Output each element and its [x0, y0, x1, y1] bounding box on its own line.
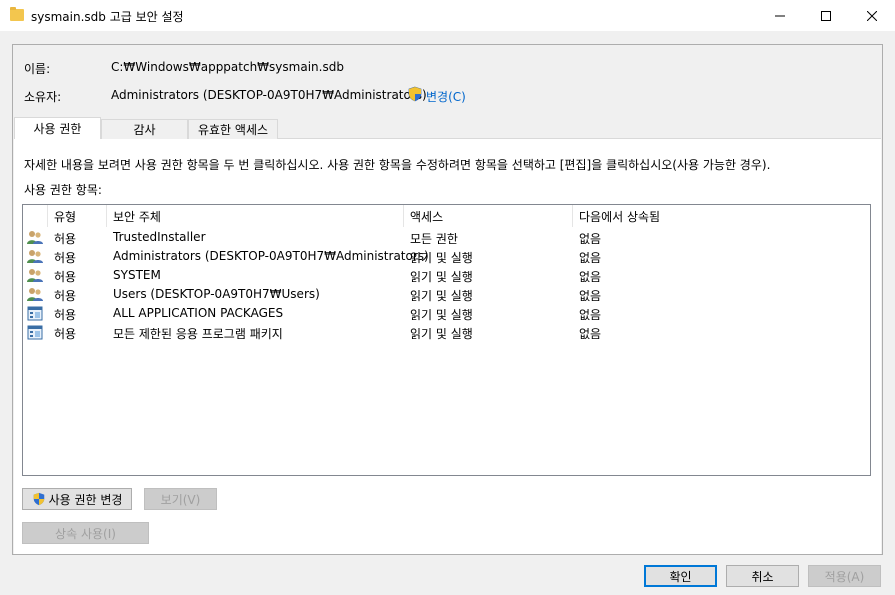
package-icon: [27, 306, 43, 321]
user-group-icon: [27, 249, 43, 264]
ok-button[interactable]: 확인: [644, 565, 717, 587]
folder-icon: [10, 7, 24, 21]
row-access: 모든 권한: [410, 232, 458, 246]
minimize-button[interactable]: [757, 0, 803, 31]
column-type[interactable]: 유형: [48, 205, 107, 227]
close-button[interactable]: [849, 0, 895, 31]
row-principal: SYSTEM: [113, 268, 161, 282]
row-principal: ALL APPLICATION PACKAGES: [113, 306, 284, 320]
row-type: 허용: [54, 327, 77, 341]
row-access: 읽기 및 실행: [410, 308, 473, 322]
row-inherited: 없음: [579, 251, 602, 265]
change-permissions-label: 사용 권한 변경: [48, 492, 123, 507]
apply-button[interactable]: 적용(A): [808, 565, 881, 587]
row-type: 허용: [54, 289, 77, 303]
table-row[interactable]: 허용 Administrators (DESKTOP-0A9T0H7₩Admin…: [23, 247, 870, 266]
view-button[interactable]: 보기(V): [144, 488, 217, 510]
row-inherited: 없음: [579, 232, 602, 246]
row-principal: Administrators (DESKTOP-0A9T0H7₩Administ…: [113, 249, 429, 263]
column-access[interactable]: 액세스: [404, 205, 573, 227]
enable-inheritance-button[interactable]: 상속 사용(I): [22, 522, 149, 544]
name-label: 이름:: [24, 62, 51, 76]
row-access: 읽기 및 실행: [410, 251, 473, 265]
row-principal: Users (DESKTOP-0A9T0H7₩Users): [113, 287, 320, 301]
row-access: 읽기 및 실행: [410, 270, 473, 284]
column-principal[interactable]: 보안 주체: [107, 205, 404, 227]
change-permissions-button[interactable]: 사용 권한 변경: [22, 488, 132, 510]
row-inherited: 없음: [579, 289, 602, 303]
table-row[interactable]: 허용 모든 제한된 응용 프로그램 패키지 읽기 및 실행 없음: [23, 323, 870, 342]
window-title: sysmain.sdb 고급 보안 설정: [31, 10, 184, 24]
entries-label: 사용 권한 항목:: [24, 183, 102, 197]
tab-audit[interactable]: 감사: [101, 119, 188, 139]
table-row[interactable]: 허용 TrustedInstaller 모든 권한 없음: [23, 228, 870, 247]
cancel-button[interactable]: 취소: [726, 565, 799, 587]
user-group-icon: [27, 287, 43, 302]
permission-entries-list[interactable]: 유형 보안 주체 액세스 다음에서 상속됨 허용 TrustedInstalle…: [22, 204, 871, 476]
column-inherited-from[interactable]: 다음에서 상속됨: [573, 205, 870, 227]
row-access: 읽기 및 실행: [410, 327, 473, 341]
package-icon: [27, 325, 43, 340]
row-type: 허용: [54, 232, 77, 246]
tab-effective-access[interactable]: 유효한 액세스: [188, 119, 278, 139]
row-access: 읽기 및 실행: [410, 289, 473, 303]
maximize-icon: [821, 10, 831, 21]
close-icon: [867, 10, 877, 21]
description-text: 자세한 내용을 보려면 사용 권한 항목을 두 번 클릭하십시오. 사용 권한 …: [24, 158, 771, 172]
tab-permissions[interactable]: 사용 권한: [14, 117, 101, 139]
owner-label: 소유자:: [24, 90, 62, 104]
table-row[interactable]: 허용 Users (DESKTOP-0A9T0H7₩Users) 읽기 및 실행…: [23, 285, 870, 304]
owner-change-link[interactable]: 변경(C): [426, 88, 466, 105]
row-type: 허용: [54, 251, 77, 265]
column-icon[interactable]: [23, 205, 48, 227]
table-row[interactable]: 허용 SYSTEM 읽기 및 실행 없음: [23, 266, 870, 285]
row-inherited: 없음: [579, 270, 602, 284]
title-bar: sysmain.sdb 고급 보안 설정: [0, 0, 895, 31]
minimize-icon: [775, 15, 785, 16]
user-group-icon: [27, 268, 43, 283]
owner-value: Administrators (DESKTOP-0A9T0H7₩Administ…: [111, 88, 427, 102]
row-principal: 모든 제한된 응용 프로그램 패키지: [113, 327, 283, 341]
table-row[interactable]: 허용 ALL APPLICATION PACKAGES 읽기 및 실행 없음: [23, 304, 870, 323]
row-principal: TrustedInstaller: [113, 230, 206, 244]
row-inherited: 없음: [579, 327, 602, 341]
name-value: C:₩Windows₩apppatch₩sysmain.sdb: [111, 60, 344, 74]
uac-shield-icon: [33, 492, 44, 506]
maximize-button[interactable]: [803, 0, 849, 31]
row-inherited: 없음: [579, 308, 602, 322]
row-type: 허용: [54, 308, 77, 322]
row-type: 허용: [54, 270, 77, 284]
user-group-icon: [27, 230, 43, 245]
uac-shield-icon: [407, 86, 423, 102]
